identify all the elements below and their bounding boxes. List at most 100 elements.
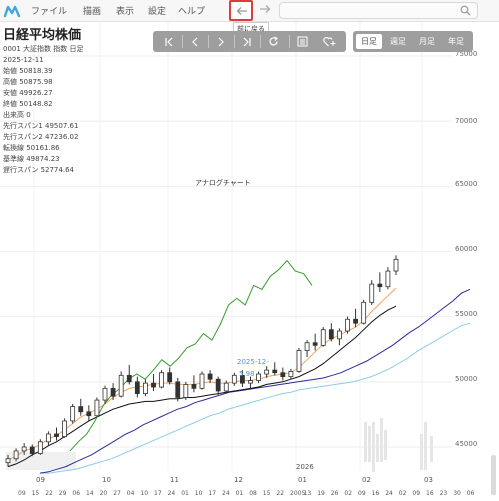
- candle-body: [264, 369, 270, 375]
- back-button[interactable]: [229, 0, 253, 21]
- candle-body: [280, 372, 286, 378]
- reload-icon: [268, 36, 278, 46]
- kijun-value: 基準線 49874.23: [3, 155, 60, 163]
- favorite-add-button[interactable]: [317, 33, 341, 50]
- x-tick-label: 20: [99, 490, 108, 497]
- x-month-label: 11: [170, 476, 179, 484]
- tab-monthly[interactable]: 月足: [414, 34, 440, 49]
- close-value: 終値 50148.82: [3, 100, 53, 108]
- x-tick-label: 01: [181, 490, 189, 497]
- candle-body: [353, 318, 358, 324]
- x-tick-label: 04: [126, 490, 135, 497]
- x-tick-label: 30: [453, 490, 461, 497]
- chart-toolbar: [153, 31, 346, 52]
- volume-bar: [368, 426, 371, 462]
- span1-value: 先行スパン1 49507.61: [3, 122, 79, 130]
- candle-body: [13, 450, 19, 460]
- candle-body: [296, 350, 302, 372]
- cursor-value-label: 5.98: [239, 370, 255, 378]
- tab-daily[interactable]: 日足: [356, 34, 382, 49]
- candle-body: [256, 373, 261, 381]
- app-logo-icon: [3, 5, 21, 18]
- candle-body: [126, 374, 132, 383]
- ticker-name: 日経平均株価: [3, 28, 82, 43]
- tab-weekly[interactable]: 週足: [385, 34, 411, 49]
- chikou-value: 遅行スパン 52774.64: [3, 166, 74, 174]
- volume-bar: [384, 430, 387, 460]
- candle-body: [248, 380, 253, 384]
- menu-file[interactable]: ファイル: [31, 4, 67, 17]
- candle-body: [159, 372, 164, 388]
- x-tick-label: 16: [426, 490, 434, 497]
- date-line: 2025-12-11: [3, 56, 44, 64]
- prev-button[interactable]: [183, 33, 207, 50]
- candle-body: [369, 283, 375, 303]
- x-tick-label: 26: [330, 490, 339, 497]
- y-tick-label: 60000: [455, 245, 478, 253]
- candle-body: [167, 372, 173, 383]
- candle-body: [272, 369, 278, 374]
- x-tick-label: 19: [317, 490, 325, 497]
- x-tick-label: 06: [466, 490, 475, 497]
- x-month-label: 10: [102, 476, 111, 484]
- x-tick-label: 16: [371, 490, 380, 497]
- candle-body: [78, 406, 84, 413]
- volume-bar: [380, 418, 383, 462]
- y-tick-label: 45000: [455, 440, 478, 448]
- candle-body: [37, 441, 43, 454]
- candle-body: [175, 381, 181, 398]
- first-button[interactable]: [157, 33, 181, 50]
- candle-body: [151, 382, 156, 388]
- menu-view[interactable]: 表示: [116, 4, 134, 17]
- reload-button[interactable]: [261, 33, 285, 50]
- vertical-scrollbar[interactable]: [491, 455, 496, 495]
- chikou-line: [69, 259, 313, 452]
- candle-body: [183, 384, 189, 398]
- x-tick-label: 24: [385, 490, 393, 497]
- candle-body: [377, 283, 383, 288]
- search-icon[interactable]: [460, 5, 471, 16]
- x-tick-label: 24: [167, 490, 176, 497]
- menu-help[interactable]: ヘルプ: [178, 4, 205, 17]
- candle-body: [5, 458, 11, 464]
- volume-bar: [424, 422, 427, 470]
- candle-body: [337, 330, 342, 340]
- x-tick-label: 17: [208, 490, 217, 497]
- next-button[interactable]: [209, 33, 233, 50]
- x-tick-label: 24: [222, 490, 230, 497]
- candle-body: [46, 433, 51, 443]
- x-month-label: 09: [36, 476, 45, 484]
- x-tick-label: 14: [86, 490, 94, 497]
- tenkan-value: 転換線 50161.86: [3, 144, 60, 152]
- search-box[interactable]: [279, 2, 478, 19]
- candle-body: [304, 342, 310, 351]
- candle-body: [29, 446, 35, 454]
- volume-bar: [430, 436, 433, 462]
- volume-bar: [364, 422, 367, 462]
- x-tick-label: 10: [194, 490, 203, 497]
- x-month-label: 01: [298, 476, 307, 484]
- y-tick-label: 65000: [455, 180, 478, 188]
- first-icon: [165, 37, 173, 47]
- volume-value: 出来高 0: [3, 111, 31, 119]
- x-tick-label: 09: [358, 490, 366, 497]
- volume-bar: [376, 434, 379, 462]
- menu-draw[interactable]: 描画: [83, 4, 101, 17]
- x-tick-label: 09: [412, 490, 421, 497]
- x-tick-label: 13: [303, 490, 312, 497]
- x-month-label: 03: [424, 476, 433, 484]
- x-tick-label: 22: [276, 490, 285, 497]
- x-tick-label: 15: [31, 490, 40, 497]
- candle-body: [86, 411, 92, 417]
- high-value: 高値 50875.98: [3, 78, 53, 86]
- last-button[interactable]: [235, 33, 259, 50]
- menu-settings[interactable]: 設定: [148, 4, 166, 17]
- x-month-label: 02: [362, 476, 371, 484]
- x-tick-label: 01: [235, 490, 244, 497]
- forward-button[interactable]: [254, 0, 274, 21]
- tab-yearly[interactable]: 年足: [443, 34, 469, 49]
- candle-body: [345, 318, 350, 332]
- list-button[interactable]: [290, 33, 314, 50]
- candle-body: [385, 270, 391, 288]
- search-input[interactable]: [284, 4, 454, 17]
